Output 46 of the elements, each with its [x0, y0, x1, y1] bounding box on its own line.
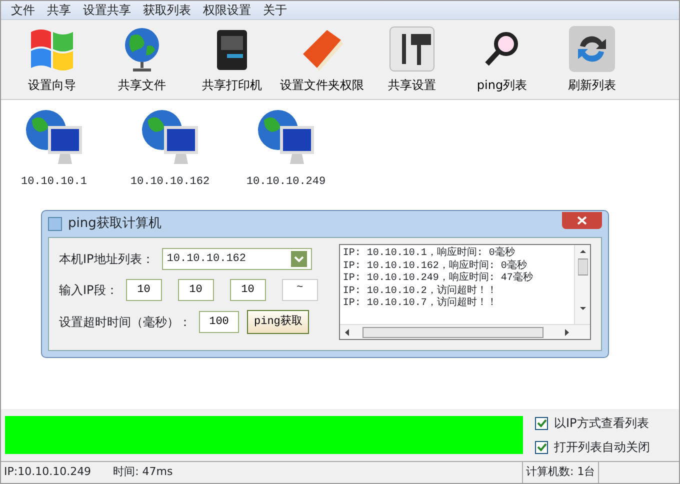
menu-item[interactable]: 设置共享 [77, 1, 137, 19]
refresh-icon [567, 24, 617, 74]
toolbar-button[interactable]: ping列表 [457, 24, 547, 94]
range-separator: ~ [282, 279, 318, 301]
checkbox[interactable] [535, 440, 548, 454]
log-line: IP: 10.10.10.249，响应时间: 47毫秒 [342, 273, 534, 284]
tools-icon [387, 24, 437, 74]
checkbox-label: 打开列表自动关闭 [554, 439, 650, 456]
close-button[interactable] [562, 212, 602, 228]
field-label: 设置超时时间（毫秒）： [59, 314, 191, 331]
menu-item[interactable]: 文件 [5, 1, 41, 19]
toolbar-button[interactable]: 共享设置 [367, 24, 457, 94]
field-label: 输入IP段： [59, 282, 118, 299]
computer-label: 10.10.10.1 [20, 175, 87, 190]
computer-count: 计算机数: 1台 [526, 464, 596, 480]
ping-button[interactable]: ping获取 [247, 310, 310, 334]
checkbox-label: 以IP方式查看列表 [554, 415, 649, 432]
computer-label: 10.10.10.249 [246, 175, 326, 190]
menu-item[interactable]: 关于 [257, 1, 293, 19]
checkbox[interactable] [535, 416, 548, 430]
log-line: IP: 10.10.10.1，响应时间: 0毫秒 [342, 248, 516, 260]
timeout-field[interactable]: 100 [199, 311, 239, 333]
field-label: 本机IP地址列表： [59, 251, 154, 268]
toolbar-button[interactable]: 设置向导 [7, 24, 97, 94]
toolbar-button[interactable]: 刷新列表 [547, 24, 637, 94]
ip-segment-field[interactable]: 10 [178, 279, 214, 301]
computer-label: 10.10.10.162 [130, 175, 210, 190]
toolbar-button[interactable]: 共享文件 [97, 24, 187, 94]
menu-item[interactable]: 获取列表 [137, 1, 197, 19]
vertical-scrollbar[interactable] [574, 245, 590, 324]
menu-item[interactable]: 共享 [41, 1, 77, 19]
ip-segment-field[interactable]: 10 [230, 279, 266, 301]
horizontal-scrollbar[interactable] [340, 324, 590, 339]
toolbar-button[interactable]: 共享打印机 [187, 24, 277, 94]
ip-segment-field[interactable]: 10 [126, 279, 162, 301]
log-line: IP: 10.10.10.7，访问超时！！ [342, 298, 498, 310]
close-icon [577, 216, 587, 226]
log-line: IP: 10.10.10.2，访问超时！！ [342, 286, 498, 296]
status-time: 时间: 47ms [113, 464, 173, 480]
toolbar-button[interactable]: 设置文件夹权限 [277, 24, 367, 94]
menu-item[interactable]: 权限设置 [197, 1, 257, 19]
log-line: IP: 10.10.10.162，响应时间: 0毫秒 [342, 260, 528, 272]
status-ip: IP:10.10.10.249 [4, 464, 92, 480]
window-icon [48, 217, 62, 231]
ip-dropdown[interactable]: 10.10.10.162 [162, 248, 312, 270]
dialog-title: ping获取计算机 [68, 215, 162, 234]
